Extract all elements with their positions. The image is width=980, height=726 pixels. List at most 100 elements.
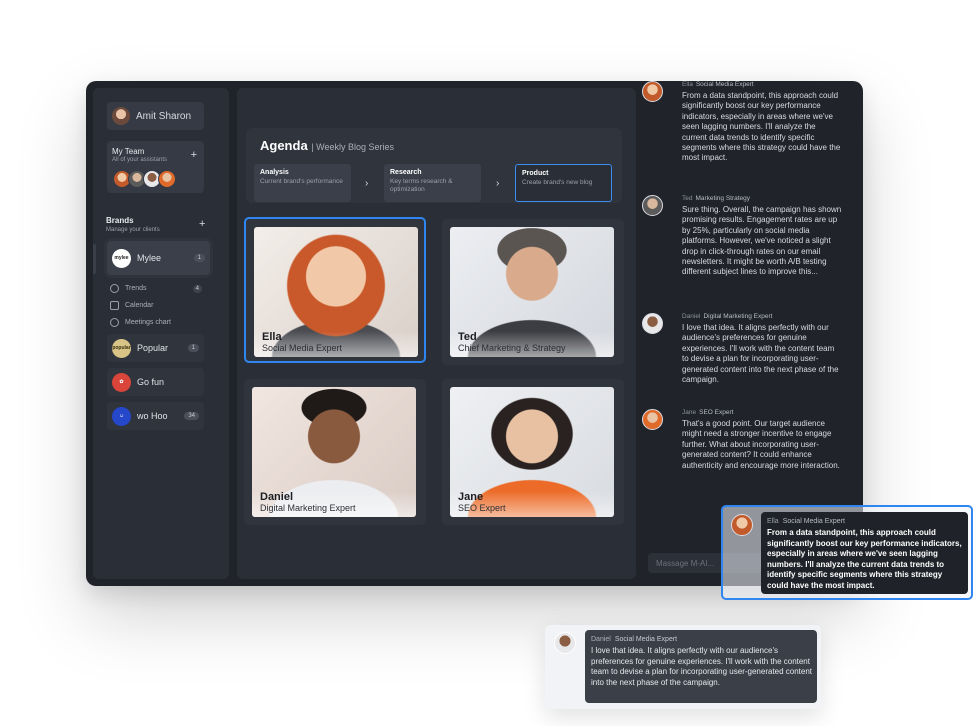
add-team-member-icon[interactable]: + <box>191 149 197 161</box>
message-text: From a data standpoint, this approach co… <box>682 91 841 163</box>
chat-message: Daniel Digital Marketing Expert I love th… <box>642 313 842 393</box>
assistant-photo: Jane SEO Expert <box>450 387 614 517</box>
main-panel: Agenda | Weekly Blog Series Analysis Cur… <box>237 88 636 579</box>
step-title: Research <box>390 169 422 176</box>
assistant-card-jane[interactable]: Jane SEO Expert <box>442 379 624 525</box>
assistant-name: Ted <box>458 331 477 343</box>
message-text: I love that idea. It aligns perfectly wi… <box>682 323 839 385</box>
assistant-caption: Ella Social Media Expert <box>254 331 418 357</box>
brand-item-popular[interactable]: popular Popular 1 <box>107 334 204 362</box>
assistant-role: Chief Marketing & Strategy <box>458 343 566 353</box>
sidebar-item-label: Trends <box>125 285 147 292</box>
brands-title: Brands <box>106 216 134 225</box>
message-author: Daniel Digital Marketing Expert <box>682 313 773 320</box>
brand-count-badge: 1 <box>187 344 199 352</box>
assistant-photo: Ted Chief Marketing & Strategy <box>450 227 614 357</box>
assistant-card-ella[interactable]: Ella Social Media Expert <box>244 217 426 363</box>
chevron-right-icon: › <box>496 178 500 189</box>
sidebar-item-trends[interactable]: Trends 4 <box>110 284 202 293</box>
message-popup-daniel: Daniel Social Media Expert I love that id… <box>545 625 821 709</box>
avatar <box>642 81 663 102</box>
lightbulb-icon <box>110 284 119 293</box>
step-title: Analysis <box>260 169 289 176</box>
assistant-role: Digital Marketing Expert <box>260 503 356 513</box>
assistant-photo: Daniel Digital Marketing Expert <box>252 387 416 517</box>
brands-subtitle: Manage your clients <box>106 227 160 233</box>
chart-icon <box>110 318 119 327</box>
message-bubble: Daniel Social Media Expert I love that id… <box>585 630 817 703</box>
brand-item-mylee[interactable]: mylee Mylee 1 <box>107 241 210 275</box>
avatar <box>642 195 663 216</box>
assistant-role: Social Media Expert <box>262 343 343 353</box>
brand-count-badge: 34 <box>184 412 199 420</box>
message-author: Daniel Social Media Expert <box>591 636 678 643</box>
message-author: Jane SEO Expert <box>682 409 734 416</box>
avatar <box>731 514 753 536</box>
brand-label: Mylee <box>137 253 162 263</box>
my-team-card[interactable]: My Team All of your assistants + <box>107 141 204 193</box>
assistant-name: Jane <box>458 491 484 503</box>
chat-message: Jane SEO Expert That's a good point. Our … <box>642 409 842 489</box>
sidebar: Amit Sharon My Team All of your assistan… <box>93 88 229 579</box>
agenda-step-product[interactable]: Product Create brand's new blog <box>515 164 612 202</box>
sidebar-item-label: Meetings chart <box>125 319 171 326</box>
go-fun-logo-icon: ✿ <box>112 372 131 392</box>
step-desc: Create brand's new blog <box>522 179 593 186</box>
user-name: Amit Sharon <box>136 110 192 122</box>
popular-logo-icon: popular <box>112 338 131 358</box>
brand-item-go-fun[interactable]: ✿ Go fun <box>107 368 204 396</box>
assistant-role: SEO Expert <box>458 503 506 513</box>
message-text: I love that idea. It aligns perfectly wi… <box>591 646 813 687</box>
sidebar-item-label: Calendar <box>125 302 154 309</box>
assistant-caption: Daniel Digital Marketing Expert <box>252 491 416 517</box>
chat-message: Ella Social Media Expert From a data stan… <box>642 81 842 181</box>
wo-hoo-logo-icon: ☺ <box>112 406 131 426</box>
calendar-icon <box>110 301 119 310</box>
chevron-right-icon: › <box>365 178 369 189</box>
agenda-series: | Weekly Blog Series <box>311 142 395 152</box>
agenda-panel: Agenda | Weekly Blog Series Analysis Cur… <box>246 128 622 203</box>
avatar <box>554 632 576 654</box>
assistant-name: Ella <box>262 331 282 343</box>
message-author: Ella Social Media Expert <box>682 81 754 88</box>
assistant-card-ted[interactable]: Ted Chief Marketing & Strategy <box>442 219 624 365</box>
chat-message: Ted Marketing Strategy Sure thing. Overal… <box>642 195 842 300</box>
assistant-name: Daniel <box>260 491 294 503</box>
message-text: From a data standpoint, this approach co… <box>767 528 962 590</box>
agenda-step-research[interactable]: Research Key terms research & optimizati… <box>384 164 481 202</box>
message-author: Ted Marketing Strategy <box>682 195 751 202</box>
user-profile-button[interactable]: Amit Sharon <box>107 102 204 130</box>
sidebar-item-meetings-chart[interactable]: Meetings chart <box>110 318 202 327</box>
sidebar-item-calendar[interactable]: Calendar <box>110 301 202 310</box>
agenda-step-analysis[interactable]: Analysis Current brand's performance <box>254 164 351 202</box>
avatar <box>112 107 130 125</box>
brand-label: Go fun <box>137 377 165 387</box>
agenda-title: Agenda | Weekly Blog Series <box>260 138 394 153</box>
brand-label: wo Hoo <box>137 411 168 421</box>
mylee-logo-icon: mylee <box>112 248 131 268</box>
team-subtitle: All of your assistants <box>112 157 168 163</box>
step-desc: Current brand's performance <box>260 178 343 185</box>
message-author: Ella Social Media Expert <box>767 518 845 525</box>
assistant-caption: Ted Chief Marketing & Strategy <box>450 331 614 357</box>
team-avatars <box>113 170 176 188</box>
add-brand-icon[interactable]: + <box>199 218 205 230</box>
team-title: My Team <box>112 147 145 156</box>
avatar <box>642 409 663 430</box>
brand-label: Popular <box>137 343 169 353</box>
assistant-photo: Ella Social Media Expert <box>254 227 418 357</box>
avatar <box>158 170 176 188</box>
brand-item-wo-hoo[interactable]: ☺ wo Hoo 34 <box>107 402 204 430</box>
message-text: That's a good point. Our target audience… <box>682 419 840 470</box>
step-title: Product <box>522 170 549 177</box>
brand-count-badge: 1 <box>193 254 205 262</box>
agenda-title-text: Agenda <box>260 138 308 153</box>
avatar <box>642 313 663 334</box>
step-desc: Key terms research & optimization <box>390 178 453 193</box>
message-bubble: Ella Social Media Expert From a data stan… <box>761 512 968 594</box>
assistant-card-daniel[interactable]: Daniel Digital Marketing Expert <box>244 379 426 525</box>
active-indicator <box>93 244 96 274</box>
count-badge: 4 <box>192 284 202 293</box>
message-popup-ella: Ella Social Media Expert From a data stan… <box>721 505 973 600</box>
brands-header: Brands Manage your clients <box>106 216 160 233</box>
